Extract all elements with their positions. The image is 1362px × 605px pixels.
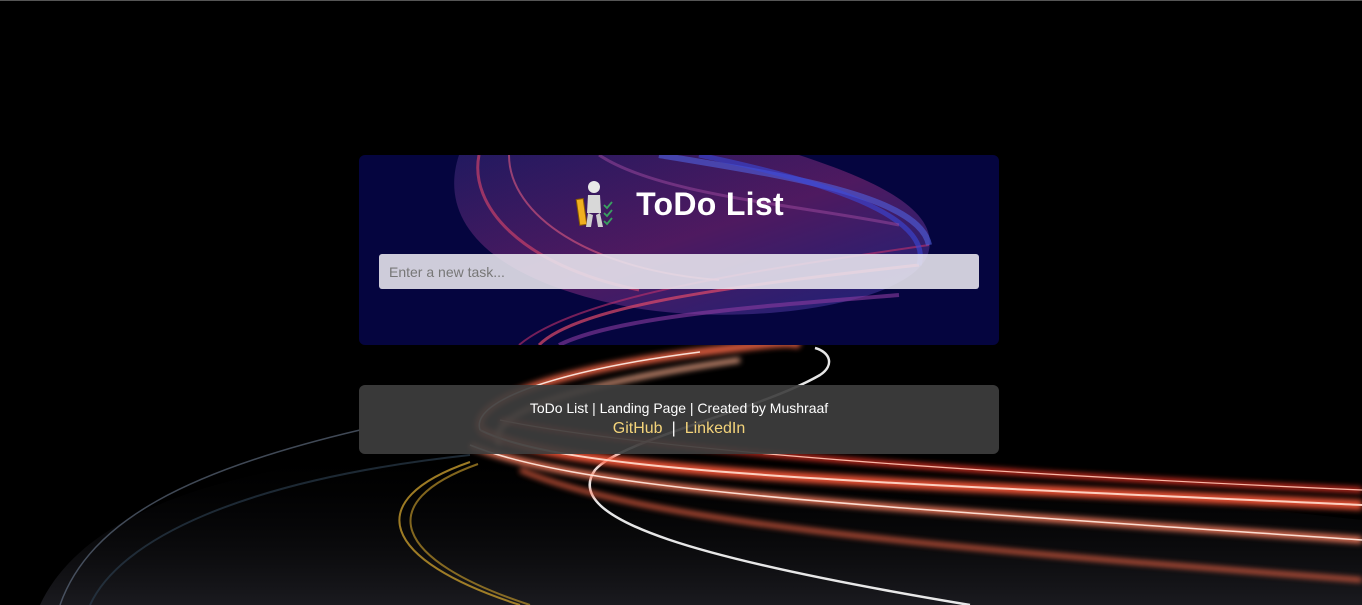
footer-credit-text: ToDo List | Landing Page | Created by Mu… (529, 400, 829, 416)
card-header: ToDo List (359, 179, 999, 229)
todo-card: ToDo List (359, 155, 999, 345)
new-task-input[interactable] (379, 254, 979, 289)
person-checklist-icon (575, 181, 613, 227)
footer-links: GitHub | LinkedIn (359, 420, 999, 438)
page: ToDo List ToDo List | Landing Page | Cre… (0, 0, 1362, 605)
app-title: ToDo List (636, 185, 784, 222)
footer: ToDo List | Landing Page | Created by Mu… (359, 385, 999, 454)
footer-link-separator: | (671, 420, 676, 437)
github-link[interactable]: GitHub (613, 420, 663, 437)
linkedin-link[interactable]: LinkedIn (685, 420, 746, 437)
